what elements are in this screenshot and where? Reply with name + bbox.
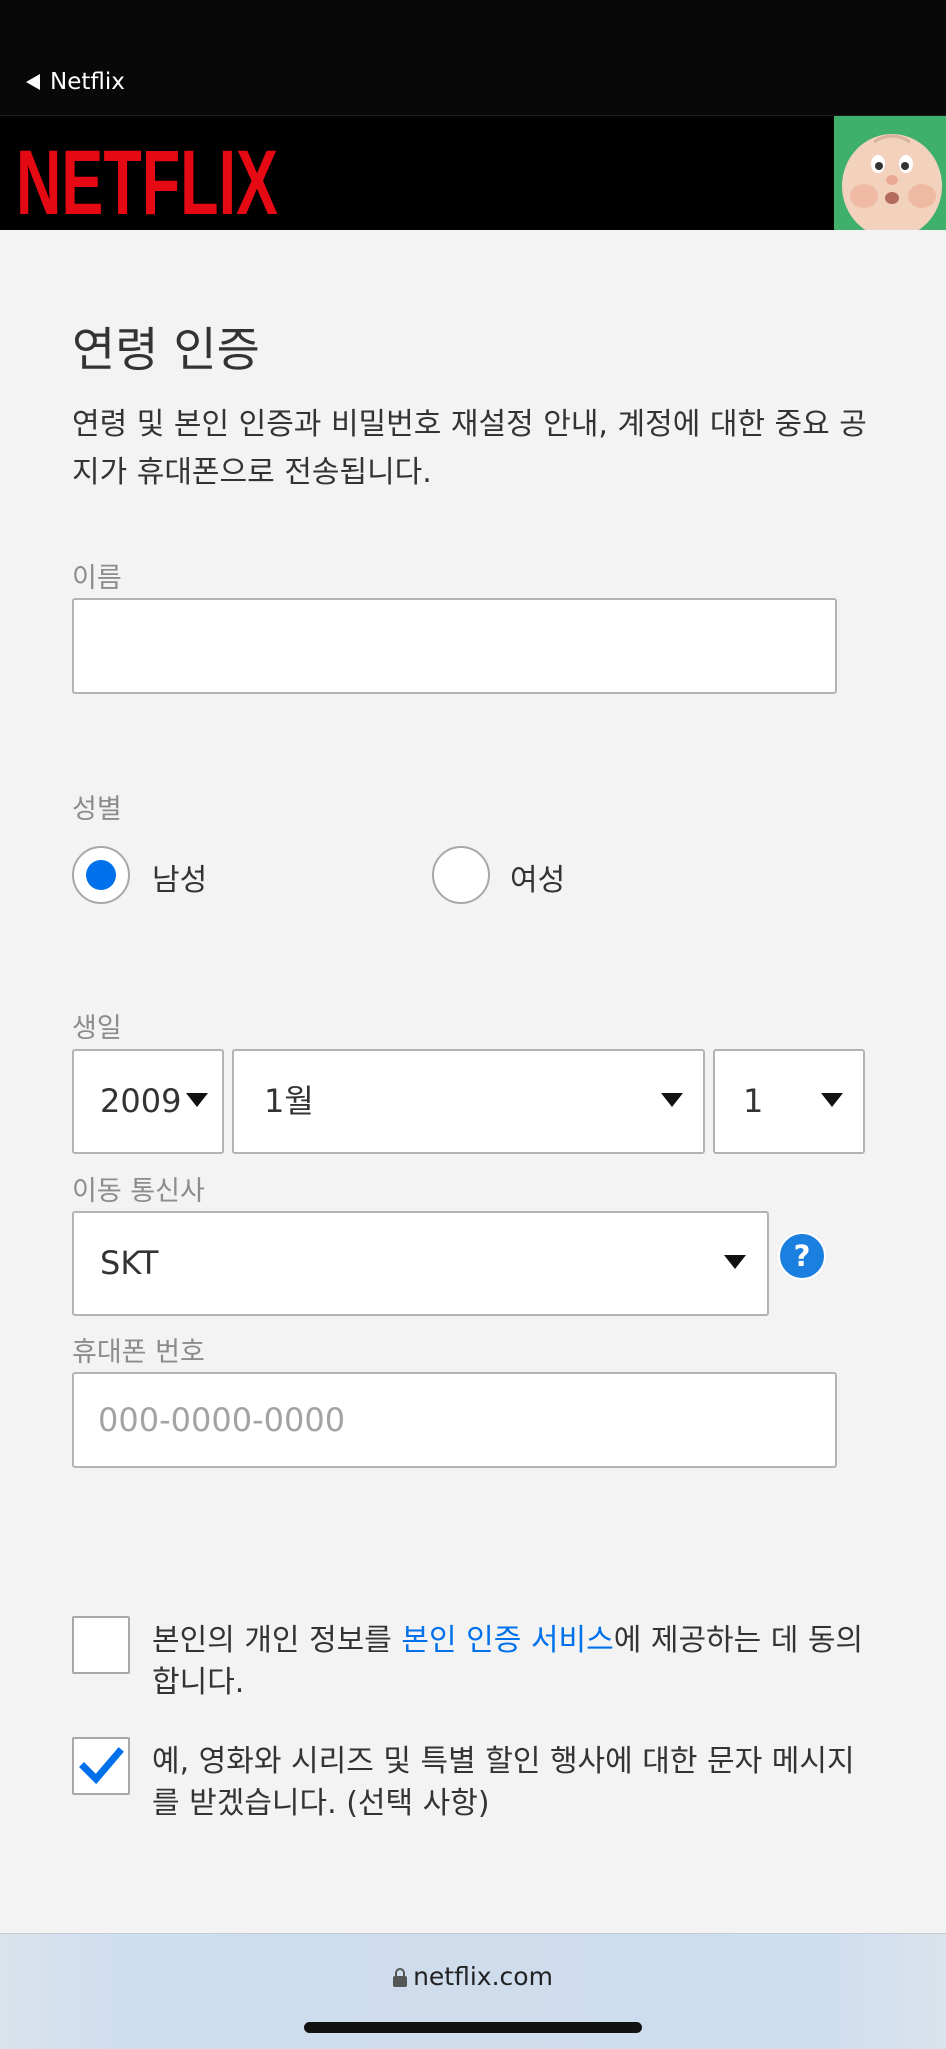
gender-label-male[interactable]: 남성 bbox=[152, 855, 207, 899]
profile-avatar[interactable] bbox=[834, 116, 946, 230]
page-description: 연령 및 본인 인증과 비밀번호 재설정 안내, 계정에 대한 중요 공지가 휴… bbox=[72, 407, 867, 490]
url-text: netflix.com bbox=[413, 1962, 553, 1991]
gender-label-female[interactable]: 여성 bbox=[510, 855, 565, 899]
page-title: 연령 인증 bbox=[72, 323, 260, 378]
baby-character-icon bbox=[834, 116, 946, 230]
phone-placeholder: 000-0000-0000 bbox=[98, 1401, 346, 1439]
carrier-select[interactable]: SKT bbox=[72, 1211, 769, 1316]
birth-month-select[interactable]: 1월 bbox=[232, 1049, 705, 1154]
chevron-down-icon bbox=[821, 1093, 843, 1107]
chevron-down-icon bbox=[724, 1255, 746, 1269]
identity-service-link[interactable]: 본인 인증 서비스 bbox=[401, 1623, 613, 1658]
phone-label: 휴대폰 번호 bbox=[72, 1337, 205, 1368]
svg-text:NETFLIX: NETFLIX bbox=[16, 144, 278, 220]
birth-year-value: 2009 bbox=[100, 1082, 182, 1120]
carrier-value: SKT bbox=[100, 1244, 159, 1282]
consent-sms-checkbox[interactable] bbox=[72, 1737, 130, 1795]
consent-identity-text: 본인의 개인 정보를 본인 인증 서비스에 제공하는 데 동의합니다. bbox=[152, 1620, 872, 1704]
name-label: 이름 bbox=[72, 563, 122, 594]
lock-icon bbox=[393, 1968, 408, 1987]
site-header: NETFLIX bbox=[0, 115, 946, 230]
phone-input[interactable]: 000-0000-0000 bbox=[72, 1372, 837, 1468]
carrier-help-icon[interactable]: ? bbox=[778, 1232, 826, 1280]
checkmark-icon bbox=[79, 1747, 124, 1785]
consent-sms-text: 예, 영화와 시리즈 및 특별 할인 행사에 대한 문자 메시지를 받겠습니다.… bbox=[152, 1744, 855, 1821]
home-indicator[interactable] bbox=[304, 2022, 642, 2033]
radio-selected-dot bbox=[86, 860, 116, 890]
chevron-down-icon bbox=[661, 1093, 683, 1107]
gender-label: 성별 bbox=[72, 794, 122, 825]
birth-year-select[interactable]: 2009 bbox=[72, 1049, 224, 1154]
back-triangle-icon bbox=[26, 74, 40, 90]
netflix-logo[interactable]: NETFLIX bbox=[16, 144, 281, 220]
url-display[interactable]: netflix.com bbox=[0, 1962, 946, 1991]
birth-month-value: 1월 bbox=[264, 1082, 314, 1120]
back-link-label: Netflix bbox=[50, 69, 125, 95]
consent-identity-text-before: 본인의 개인 정보를 bbox=[152, 1623, 402, 1658]
chevron-down-icon bbox=[186, 1093, 208, 1107]
browser-url-bar[interactable]: netflix.com bbox=[0, 1933, 946, 2049]
name-input[interactable] bbox=[72, 598, 837, 694]
birth-day-select[interactable]: 1 bbox=[713, 1049, 865, 1154]
consent-identity-checkbox[interactable] bbox=[72, 1616, 130, 1674]
carrier-label: 이동 통신사 bbox=[72, 1176, 205, 1207]
back-to-app-link[interactable]: Netflix bbox=[26, 66, 125, 98]
gender-radio-female[interactable] bbox=[432, 846, 490, 904]
birth-day-value: 1 bbox=[743, 1082, 764, 1120]
status-bar: Netflix bbox=[0, 0, 946, 115]
gender-radio-male[interactable] bbox=[72, 846, 130, 904]
birthday-label: 생일 bbox=[72, 1013, 122, 1044]
